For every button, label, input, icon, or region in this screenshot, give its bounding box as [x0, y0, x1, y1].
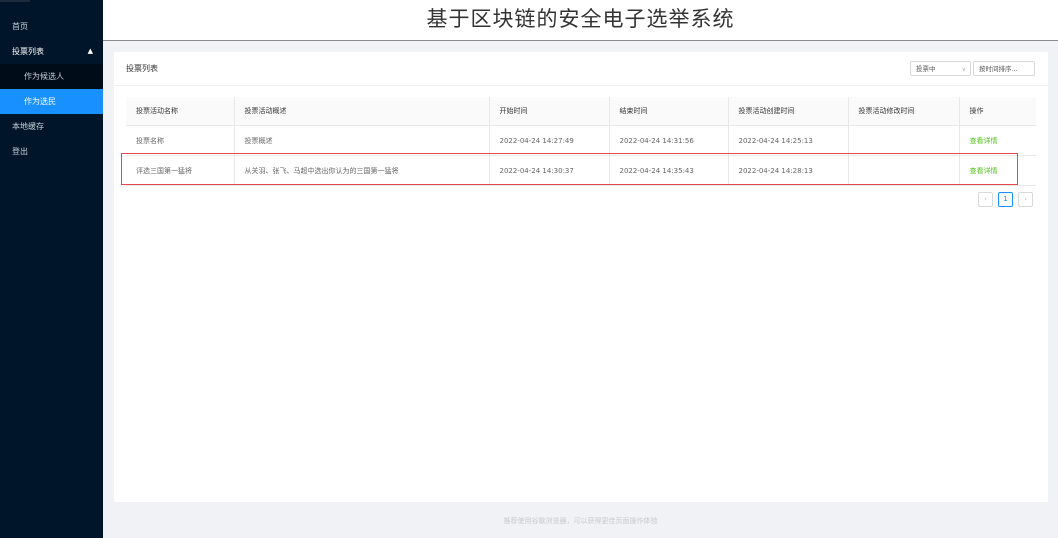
sidebar-item-label: 首页 [12, 22, 28, 31]
cell-end: 2022-04-24 14:35:43 [609, 155, 729, 186]
column-header: 结束时间 [609, 97, 729, 126]
chevron-up-icon: ▲ [87, 47, 93, 55]
sidebar-item-local-cache[interactable]: 本地缓存 [0, 114, 103, 139]
cell-name: 投票名称 [126, 125, 235, 156]
column-header: 开始时间 [489, 97, 610, 126]
pagination-page-1[interactable]: 1 [998, 192, 1013, 207]
card-header: 投票列表 投票中 ∨ 按时间排序... [114, 52, 1048, 86]
pagination-prev-button[interactable]: ‹ [978, 192, 993, 207]
cell-end: 2022-04-24 14:31:56 [609, 125, 729, 156]
page-number: 1 [1003, 195, 1008, 203]
sidebar-item-label: 作为候选人 [24, 72, 64, 81]
sidebar-item-label: 作为选民 [24, 97, 56, 106]
sidebar-item-label: 本地缓存 [12, 122, 44, 131]
status-select-value: 投票中 [916, 65, 936, 73]
sidebar: 首页 投票列表 ▲ 作为候选人 作为选民 本地缓存 登出 [0, 0, 103, 538]
sidebar-item-as-candidate[interactable]: 作为候选人 [0, 64, 103, 89]
sidebar-item-label: 投票列表 [12, 47, 44, 56]
column-header: 投票活动名称 [126, 97, 235, 126]
cell-desc: 从关羽、张飞、马超中选出你认为的三国第一猛将 [234, 155, 490, 186]
pagination-next-button[interactable]: › [1018, 192, 1033, 207]
sidebar-item-home[interactable]: 首页 [0, 14, 103, 39]
sidebar-top-line [0, 0, 30, 2]
table-row: 投票名称 投票概述 2022-04-24 14:27:49 2022-04-24… [126, 125, 1036, 156]
table-header-row: 投票活动名称 投票活动概述 开始时间 结束时间 投票活动创建时间 投票活动修改时… [126, 97, 1036, 126]
view-details-link[interactable]: 查看详情 [959, 125, 1036, 156]
cell-name: 评选三国第一猛将 [126, 155, 235, 186]
vote-table: 投票活动名称 投票活动概述 开始时间 结束时间 投票活动创建时间 投票活动修改时… [126, 97, 1036, 186]
sidebar-item-label: 登出 [12, 147, 28, 156]
chevron-right-icon: › [1024, 195, 1027, 203]
column-header: 投票活动创建时间 [728, 97, 849, 126]
cell-modified [848, 155, 960, 186]
column-header: 投票活动修改时间 [848, 97, 960, 126]
chevron-left-icon: ‹ [984, 195, 987, 203]
cell-start: 2022-04-24 14:30:37 [489, 155, 610, 186]
page-header: 基于区块链的安全电子选举系统 [103, 0, 1058, 41]
cell-created: 2022-04-24 14:25:13 [728, 125, 849, 156]
column-header: 操作 [959, 97, 1036, 126]
cell-modified [848, 125, 960, 156]
sort-select[interactable]: 按时间排序... [973, 61, 1035, 76]
page-title: 基于区块链的安全电子选举系统 [426, 7, 735, 31]
vote-list-card: 投票列表 投票中 ∨ 按时间排序... 投票活动名称 投票活动概述 开始时间 结… [114, 52, 1048, 502]
sidebar-item-logout[interactable]: 登出 [0, 139, 103, 164]
card-title: 投票列表 [126, 64, 158, 73]
status-select[interactable]: 投票中 ∨ [910, 61, 971, 76]
table-row: 评选三国第一猛将 从关羽、张飞、马超中选出你认为的三国第一猛将 2022-04-… [126, 155, 1036, 186]
cell-created: 2022-04-24 14:28:13 [728, 155, 849, 186]
cell-desc: 投票概述 [234, 125, 490, 156]
sidebar-item-as-voter[interactable]: 作为选民 [0, 89, 103, 114]
column-header: 投票活动概述 [234, 97, 490, 126]
sidebar-item-vote-list[interactable]: 投票列表 ▲ [0, 39, 103, 64]
chevron-down-icon: ∨ [961, 66, 966, 73]
view-details-link[interactable]: 查看详情 [959, 155, 1036, 186]
cell-start: 2022-04-24 14:27:49 [489, 125, 610, 156]
footer-text: 推荐使用谷歌浏览器，可以获得更佳页面操作体验 [503, 517, 658, 525]
sort-select-value: 按时间排序... [979, 65, 1018, 73]
